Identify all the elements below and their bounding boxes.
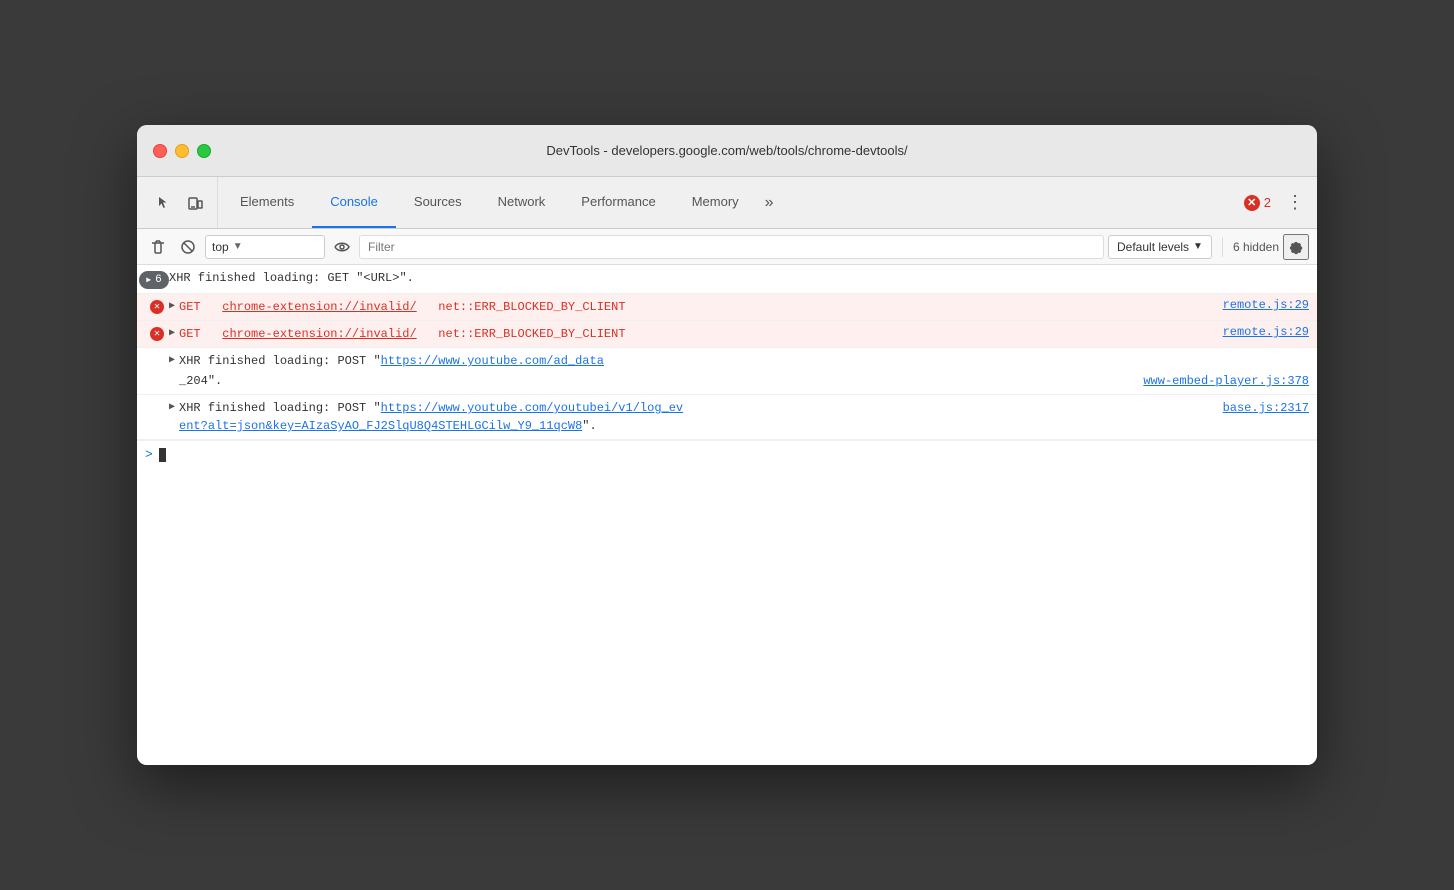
play-icon: ▶ [146, 275, 151, 285]
method-label-2: GET [179, 327, 201, 341]
tab-elements[interactable]: Elements [222, 177, 312, 228]
xhr-post-url-1[interactable]: https://www.youtube.com/ad_data [381, 354, 604, 368]
console-cursor [159, 448, 166, 462]
tab-sources[interactable]: Sources [396, 177, 480, 228]
error-count: 2 [1264, 195, 1271, 210]
log-gutter-5 [145, 399, 169, 401]
console-input-row[interactable]: > [137, 440, 1317, 468]
error-message-1: net::ERR_BLOCKED_BY_CLIENT [438, 300, 625, 314]
xhr-post-text-2a: XHR finished loading: POST " [179, 401, 381, 415]
log-gutter-4 [145, 352, 169, 354]
block-requests-button[interactable] [175, 234, 201, 260]
xhr-count: 6 [155, 274, 162, 286]
levels-dropdown-icon: ▼ [1193, 241, 1203, 252]
traffic-lights [153, 144, 211, 158]
log-entry-xhr3: ▶ XHR finished loading: POST "https://ww… [137, 395, 1317, 440]
xhr-count-badge: ▶ 6 [139, 271, 168, 289]
method-label-1: GET [179, 300, 201, 314]
expand-icon-1[interactable]: ▶ [169, 298, 175, 312]
log-gutter: ▶ 6 [145, 269, 169, 289]
console-output: ▶ 6 XHR finished loading: GET "<URL>". ✕… [137, 265, 1317, 765]
live-expressions-button[interactable] [329, 234, 355, 260]
eye-icon [334, 239, 350, 255]
error-badge[interactable]: ✕ 2 [1234, 177, 1281, 228]
inspect-element-button[interactable] [149, 189, 177, 217]
tab-memory[interactable]: Memory [674, 177, 757, 228]
tab-console[interactable]: Console [312, 177, 396, 228]
expand-icon-2[interactable]: ▶ [169, 325, 175, 339]
tabbar: Elements Console Sources Network Perform… [137, 177, 1317, 229]
log-entry-error2: ✕ ▶ GET chrome-extension://invalid/ net:… [137, 321, 1317, 348]
log-text: XHR finished loading: GET "<URL>". [169, 269, 1309, 287]
hidden-count: 6 hidden [1233, 240, 1279, 254]
log-gutter-2: ✕ [145, 298, 169, 314]
error-icon-2: ✕ [150, 300, 164, 314]
error-content-1: GET chrome-extension://invalid/ net::ERR… [179, 298, 1207, 316]
more-tabs-button[interactable]: » [757, 177, 782, 228]
xhr-post-url-2a[interactable]: https://www.youtube.com/youtubei/v1/log_… [381, 401, 683, 415]
source-link-3[interactable]: www-embed-player.js:378 [1127, 372, 1309, 390]
xhr-post-url-2b[interactable]: ent?alt=json&key=AIzaSyAO_FJ2SlqU8Q4STEH… [179, 419, 582, 433]
console-settings-button[interactable] [1283, 234, 1309, 260]
context-value: top [212, 240, 229, 254]
gear-icon [1288, 239, 1304, 255]
console-toolbar: top ▼ Default levels ▼ 6 hidden [137, 229, 1317, 265]
error-url-2[interactable]: chrome-extension://invalid/ [222, 327, 416, 341]
expand-icon-4[interactable]: ▶ [169, 399, 175, 413]
log-entry-xhr1: ▶ 6 XHR finished loading: GET "<URL>". [137, 265, 1317, 294]
xhr-post-suffix-2: ". [582, 419, 596, 433]
xhr-message: XHR finished loading: GET "<URL>". [169, 271, 414, 285]
filter-input[interactable] [359, 235, 1104, 259]
minimize-button[interactable] [175, 144, 189, 158]
tab-performance[interactable]: Performance [563, 177, 673, 228]
xhr-post-text-1: XHR finished loading: POST " [179, 354, 381, 368]
log-gutter-3: ✕ [145, 325, 169, 341]
xhr-post-suffix-1: _204". [179, 372, 222, 390]
error-icon-3: ✕ [150, 327, 164, 341]
error-url-1[interactable]: chrome-extension://invalid/ [222, 300, 416, 314]
xhr-post-content-1: XHR finished loading: POST "https://www.… [179, 352, 1309, 390]
devtools-window: DevTools - developers.google.com/web/too… [137, 125, 1317, 765]
tab-icon-group [141, 177, 218, 228]
source-link-4[interactable]: base.js:2317 [1207, 399, 1309, 417]
toolbar-divider [1222, 237, 1223, 257]
device-toggle-button[interactable] [181, 189, 209, 217]
error-icon: ✕ [1244, 195, 1260, 211]
expand-icon-3[interactable]: ▶ [169, 352, 175, 366]
source-link-2[interactable]: remote.js:29 [1207, 325, 1309, 339]
log-entry-xhr2: ▶ XHR finished loading: POST "https://ww… [137, 348, 1317, 395]
source-link-1[interactable]: remote.js:29 [1207, 298, 1309, 312]
error-message-2: net::ERR_BLOCKED_BY_CLIENT [438, 327, 625, 341]
devtools-menu-button[interactable]: ⋮ [1281, 189, 1309, 217]
console-prompt: > [145, 447, 153, 462]
cursor-icon [155, 195, 171, 211]
xhr-post-content-2: XHR finished loading: POST "https://www.… [179, 399, 1309, 435]
maximize-button[interactable] [197, 144, 211, 158]
log-levels-button[interactable]: Default levels ▼ [1108, 235, 1212, 259]
window-title: DevTools - developers.google.com/web/too… [546, 143, 907, 158]
log-entry-error1: ✕ ▶ GET chrome-extension://invalid/ net:… [137, 294, 1317, 321]
close-button[interactable] [153, 144, 167, 158]
context-selector[interactable]: top ▼ [205, 235, 325, 259]
block-icon [180, 239, 196, 255]
clear-console-button[interactable] [145, 234, 171, 260]
levels-label: Default levels [1117, 240, 1189, 254]
titlebar: DevTools - developers.google.com/web/too… [137, 125, 1317, 177]
tab-network[interactable]: Network [480, 177, 564, 228]
clear-icon [150, 239, 166, 255]
context-dropdown-icon: ▼ [233, 241, 243, 252]
error-content-2: GET chrome-extension://invalid/ net::ERR… [179, 325, 1207, 343]
device-icon [187, 195, 203, 211]
